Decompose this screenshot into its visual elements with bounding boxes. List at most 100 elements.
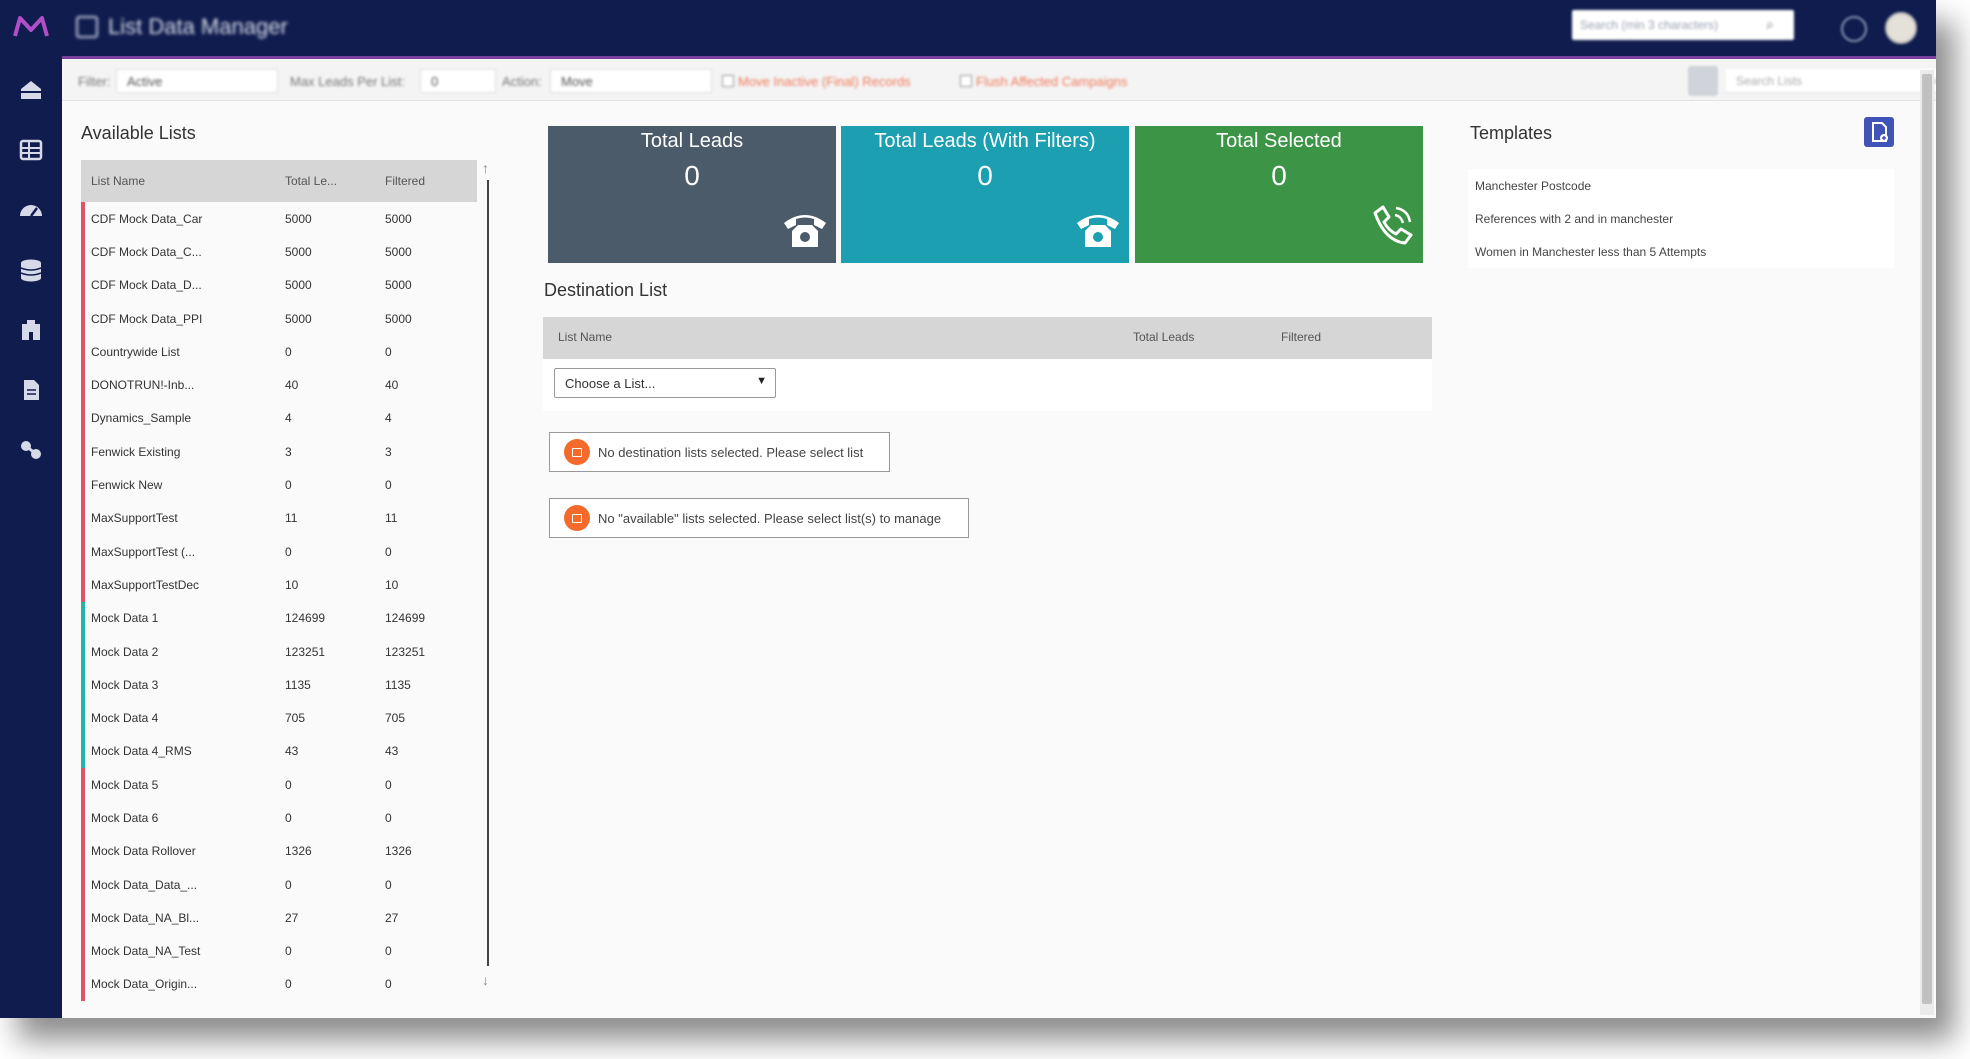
row-list-name: Mock Data 2 <box>91 644 159 659</box>
row-filtered: 705 <box>385 711 406 726</box>
table-row[interactable]: Mock Data Rollover 1326 1326 <box>81 834 477 868</box>
table-row[interactable]: CDF Mock Data_Car 5000 5000 <box>81 202 477 236</box>
row-total-leads: 0 <box>285 478 292 493</box>
scroll-up-arrow-icon[interactable]: ↑ <box>482 160 489 176</box>
help-icon[interactable] <box>1841 16 1867 42</box>
move-inactive-checkbox-group[interactable]: Move Inactive (Final) Records <box>722 69 911 93</box>
table-row[interactable]: DONOTRUN!-Inb... 40 40 <box>81 368 477 402</box>
move-inactive-label[interactable]: Move Inactive (Final) Records <box>738 74 911 89</box>
row-list-name: CDF Mock Data_C... <box>91 244 202 259</box>
table-row[interactable]: Mock Data_NA_Bl... 27 27 <box>81 901 477 935</box>
row-list-name: CDF Mock Data_PPI <box>91 311 203 326</box>
row-list-name: MaxSupportTest <box>91 511 178 526</box>
destination-list-table: List Name Total Leads Filtered Choose a … <box>543 317 1432 411</box>
total-leads-label: Total Leads <box>640 130 744 152</box>
template-item[interactable]: References with 2 and in manchester <box>1468 202 1894 235</box>
list-search-toggle-button[interactable] <box>1688 66 1718 96</box>
table-row[interactable]: CDF Mock Data_PPI 5000 5000 <box>81 301 477 336</box>
table-row[interactable]: Mock Data 1 124699 124699 <box>81 601 477 635</box>
row-list-name: Mock Data_NA_Bl... <box>91 910 200 925</box>
global-search-input[interactable]: Search (min 3 characters) ⌕ <box>1572 10 1794 40</box>
dashboard-gauge-icon[interactable] <box>18 198 44 222</box>
table-row[interactable]: Mock Data_NA_Test 0 0 <box>81 934 477 968</box>
table-row[interactable]: Mock Data 2 123251 123251 <box>81 634 477 669</box>
row-total-leads: 124699 <box>285 611 326 626</box>
available-lists-scrollbar[interactable]: ↑ ↓ <box>482 160 492 994</box>
top-bar: List Data Manager Search (min 3 characte… <box>0 0 1936 59</box>
page-scrollbar[interactable] <box>1920 70 1934 1015</box>
scroll-down-arrow-icon[interactable]: ↓ <box>482 972 489 988</box>
row-total-leads: 0 <box>285 344 292 359</box>
table-row[interactable]: Fenwick Existing 3 3 <box>81 435 477 469</box>
destination-list-header: List Name Total Leads Filtered <box>543 317 1432 359</box>
row-total-leads: 0 <box>285 944 292 959</box>
table-row[interactable]: MaxSupportTest 11 11 <box>81 501 477 535</box>
column-header-filtered[interactable]: Filtered <box>377 174 473 188</box>
template-item[interactable]: Manchester Postcode <box>1468 169 1894 202</box>
row-total-leads: 1135 <box>285 677 311 692</box>
table-row[interactable]: MaxSupportTestDec 10 10 <box>81 568 477 602</box>
table-row[interactable]: Mock Data_Origin... 0 0 <box>81 967 477 1002</box>
templates-list: Manchester Postcode References with 2 an… <box>1468 169 1894 268</box>
row-filtered: 40 <box>385 378 399 393</box>
total-leads-card: Total Leads 0 <box>548 126 836 263</box>
filter-select-value: Active <box>127 73 163 89</box>
add-template-button[interactable] <box>1864 117 1894 147</box>
row-list-name: Mock Data 5 <box>91 777 159 792</box>
row-filtered: 5000 <box>385 244 412 259</box>
avatar[interactable] <box>1885 12 1917 44</box>
template-item[interactable]: Women in Manchester less than 5 Attempts <box>1468 235 1894 268</box>
row-list-name: CDF Mock Data_Car <box>91 211 203 226</box>
table-row[interactable]: CDF Mock Data_C... 5000 5000 <box>81 235 477 269</box>
table-row[interactable]: Mock Data 4_RMS 43 43 <box>81 734 477 769</box>
move-inactive-checkbox[interactable] <box>722 75 734 87</box>
table-row[interactable]: Countrywide List 0 0 <box>81 335 477 369</box>
dest-column-total-leads[interactable]: Total Leads <box>1133 330 1194 344</box>
brand-logo-icon[interactable] <box>12 14 50 40</box>
dest-column-list-name[interactable]: List Name <box>558 330 612 344</box>
telephone-icon <box>1077 215 1119 247</box>
table-row[interactable]: Dynamics_Sample 4 4 <box>81 401 477 436</box>
row-list-name: Fenwick Existing <box>91 444 181 459</box>
table-row[interactable]: MaxSupportTest (... 0 0 <box>81 534 477 569</box>
row-filtered: 124699 <box>385 611 426 626</box>
total-leads-filters-value: 0 <box>977 160 993 191</box>
flush-campaigns-checkbox[interactable] <box>960 75 972 87</box>
filter-select[interactable]: Active <box>116 69 278 93</box>
page-scrollbar-thumb[interactable] <box>1922 74 1932 1004</box>
building-icon[interactable] <box>18 318 44 342</box>
action-select[interactable]: Move <box>550 69 712 93</box>
flush-campaigns-checkbox-group[interactable]: Flush Affected Campaigns <box>960 69 1128 93</box>
row-filtered: 5000 <box>385 311 412 326</box>
table-row[interactable]: Mock Data 3 1135 1135 <box>81 668 477 702</box>
dest-column-filtered[interactable]: Filtered <box>1281 330 1321 344</box>
telephone-icon <box>784 215 826 247</box>
table-row[interactable]: Mock Data_Data_... 0 0 <box>81 867 477 902</box>
settings-link-icon[interactable] <box>18 438 44 462</box>
flush-campaigns-label[interactable]: Flush Affected Campaigns <box>976 74 1128 89</box>
table-row[interactable]: Mock Data 5 0 0 <box>81 768 477 802</box>
document-icon[interactable] <box>18 378 44 402</box>
destination-list-select[interactable]: Choose a List... ▼ <box>554 368 776 398</box>
max-leads-input[interactable]: 0 <box>420 69 496 93</box>
scrollbar-track[interactable] <box>487 180 489 966</box>
table-row[interactable]: Mock Data 6 0 0 <box>81 801 477 835</box>
database-icon[interactable] <box>18 258 44 282</box>
row-list-name: Mock Data 1 <box>91 611 159 626</box>
list-icon[interactable] <box>18 138 44 162</box>
edit-list-icon <box>76 16 98 38</box>
home-icon[interactable] <box>18 78 44 102</box>
action-label: Action: <box>502 73 542 89</box>
row-filtered: 123251 <box>385 644 426 659</box>
row-total-leads: 5000 <box>285 278 312 293</box>
table-row[interactable]: CDF Mock Data_D... 5000 5000 <box>81 268 477 302</box>
list-search-input[interactable]: Search Lists ⌕ <box>1726 69 1936 93</box>
column-header-total-leads[interactable]: Total Le... <box>277 174 377 188</box>
filter-label: Filter: <box>78 73 111 89</box>
table-row[interactable]: Mock Data 4 705 705 <box>81 701 477 735</box>
row-filtered: 3 <box>385 444 392 459</box>
search-icon[interactable]: ⌕ <box>1766 16 1774 33</box>
destination-list-select-value: Choose a List... <box>565 375 656 391</box>
column-header-list-name[interactable]: List Name <box>81 174 277 188</box>
table-row[interactable]: Fenwick New 0 0 <box>81 468 477 502</box>
